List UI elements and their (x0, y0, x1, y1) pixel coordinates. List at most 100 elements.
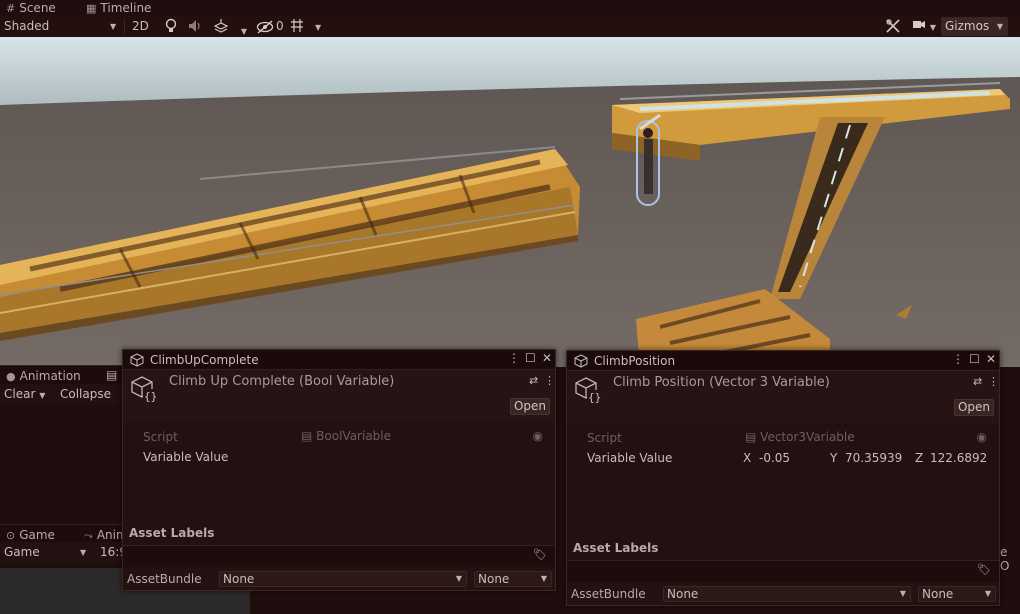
tag-icon[interactable]: 🏷 (977, 563, 991, 576)
collapse-button[interactable]: Collapse (60, 386, 111, 403)
script-file-icon: ▤ (745, 430, 757, 444)
gizmos-dropdown[interactable]: Gizmos ▼ (941, 17, 1008, 36)
object-picker-icon: ◉ (532, 429, 543, 443)
asset-bundle-variant-value: None (478, 572, 510, 586)
x-axis-label[interactable]: X (743, 451, 751, 465)
tab-animation[interactable]: ● Animation (6, 368, 81, 384)
eye-slash-icon (256, 19, 274, 34)
chevron-down-icon: ▼ (240, 27, 247, 36)
asset-title: Climb Position (Vector 3 Variable) (613, 375, 830, 390)
maximize-icon[interactable]: ☐ (969, 352, 980, 366)
asset-bundle-dropdown[interactable]: None ▼ (219, 571, 467, 587)
chevron-down-icon: ▼ (80, 548, 87, 557)
lighting-toggle-button[interactable] (165, 18, 177, 35)
camera-dropdown[interactable]: ▼ (912, 18, 936, 35)
hash-icon: # (6, 1, 16, 15)
2d-toggle-button[interactable]: 2D (132, 18, 149, 35)
gamepad-icon: ⊙ (6, 528, 16, 542)
tools-icon (886, 19, 900, 33)
scriptable-object-icon (130, 353, 144, 367)
grid-snapping-button[interactable] (290, 18, 304, 35)
asset-labels-header: Asset Labels (129, 526, 215, 540)
z-axis-label[interactable]: Z (915, 451, 923, 465)
kebab-menu-icon[interactable]: ⋮ (508, 351, 520, 365)
tab-scene-label: Scene (19, 0, 56, 15)
game-tab-bar: ⊙ Game ⤳ Anim (0, 524, 130, 542)
scene-visibility-toggle[interactable]: 0 (256, 18, 284, 35)
asset-bundle-dropdown[interactable]: None ▼ (663, 586, 911, 602)
asset-bundle-variant-dropdown[interactable]: None ▼ (918, 586, 996, 602)
window-titlebar[interactable]: ClimbUpComplete ⋮ ☐ ✕ (123, 350, 555, 370)
window-titlebar[interactable]: ClimbPosition ⋮ ☐ ✕ (567, 351, 999, 371)
console-icon[interactable]: ▤ (106, 368, 117, 382)
camera-icon (913, 21, 925, 28)
y-value-input[interactable]: 70.35939 (845, 451, 902, 465)
tab-timeline-label: Timeline (100, 0, 152, 15)
hidden-object-count: 0 (276, 19, 284, 33)
scriptable-object-large-icon: {} (575, 377, 601, 404)
scene-render (0, 37, 1020, 367)
asset-bundle-variant-value: None (922, 587, 954, 601)
tab-animation-label: Animation (19, 368, 81, 383)
kebab-menu-icon[interactable]: ⋮ (988, 375, 999, 388)
tag-icon[interactable]: 🏷 (533, 548, 547, 561)
script-value: Vector3Variable (760, 430, 855, 444)
window-title: ClimbUpComplete (150, 353, 259, 367)
grid-snap-icon (291, 19, 303, 32)
timeline-icon: ▦ (86, 1, 97, 15)
record-icon: ● (6, 369, 16, 383)
asset-header: {} Climb Up Complete (Bool Variable) ⇄ ⋮… (123, 370, 555, 422)
animation-toolbar: Clear ▼ Collapse (0, 384, 130, 404)
speaker-icon (189, 20, 200, 32)
y-axis-label[interactable]: Y (830, 451, 837, 465)
kebab-menu-icon[interactable]: ⋮ (952, 352, 964, 366)
x-value-input[interactable]: -0.05 (759, 451, 790, 465)
layers-icon (213, 19, 229, 33)
chevron-down-icon: ▼ (110, 22, 117, 31)
game-panel: ⊙ Game ⤳ Anim Game ▼ 16:9 (0, 524, 250, 614)
shading-mode-dropdown[interactable]: Shaded ▼ (4, 18, 120, 35)
variable-value-label: Variable Value (587, 451, 673, 465)
tools-button[interactable] (885, 18, 901, 35)
asset-bundle-value: None (223, 572, 255, 586)
close-icon[interactable]: ✕ (986, 352, 996, 366)
display-label: Game (4, 545, 40, 559)
asset-bundle-label: AssetBundle (571, 587, 646, 601)
open-button[interactable]: Open (954, 399, 994, 416)
asset-labels-bar: 🏷 (123, 545, 555, 567)
maximize-icon[interactable]: ☐ (525, 351, 536, 365)
chevron-down-icon: ▼ (899, 589, 906, 598)
asset-bundle-row: AssetBundle None ▼ None ▼ (123, 569, 555, 589)
effects-dropdown[interactable]: ▼ (213, 18, 247, 36)
asset-labels-header: Asset Labels (573, 541, 659, 555)
tab-game-label: Game (19, 527, 55, 542)
chevron-down-icon: ▼ (39, 391, 46, 400)
preset-icon[interactable]: ⇄ (529, 374, 538, 387)
kebab-menu-icon[interactable]: ⋮ (544, 374, 555, 387)
script-file-icon: ▤ (301, 429, 313, 443)
tab-game[interactable]: ⊙ Game (6, 527, 55, 543)
close-icon[interactable]: ✕ (542, 351, 552, 365)
scene-toolbar: Shaded ▼ 2D ▼ 0 ▼ ▼ Gizmos ▼ (0, 16, 1020, 37)
toolbar-divider (124, 19, 125, 34)
tab-timeline[interactable]: ▦ Timeline (86, 0, 151, 16)
asset-bundle-variant-dropdown[interactable]: None ▼ (474, 571, 552, 587)
z-value-input[interactable]: 122.6892 (930, 451, 987, 465)
chevron-down-icon: ▼ (929, 23, 936, 32)
lightbulb-icon (165, 18, 177, 32)
scene-viewport[interactable] (0, 37, 1020, 367)
display-dropdown[interactable]: Game ▼ (4, 544, 88, 561)
clear-dropdown[interactable]: Clear ▼ (4, 386, 45, 403)
2d-toggle-label: 2D (132, 19, 149, 33)
script-label: Script (143, 430, 178, 444)
chevron-down-icon: ▼ (996, 22, 1003, 31)
open-button[interactable]: Open (510, 398, 550, 415)
collapse-label: Collapse (60, 387, 111, 401)
scriptable-object-large-icon: {} (131, 376, 157, 403)
grid-options-dropdown[interactable]: ▼ (315, 18, 321, 35)
chevron-down-icon: ▼ (984, 589, 991, 598)
tab-scene[interactable]: # Scene (6, 0, 56, 16)
audio-toggle-button[interactable] (188, 18, 202, 35)
preset-icon[interactable]: ⇄ (973, 375, 982, 388)
script-value: BoolVariable (316, 429, 392, 443)
